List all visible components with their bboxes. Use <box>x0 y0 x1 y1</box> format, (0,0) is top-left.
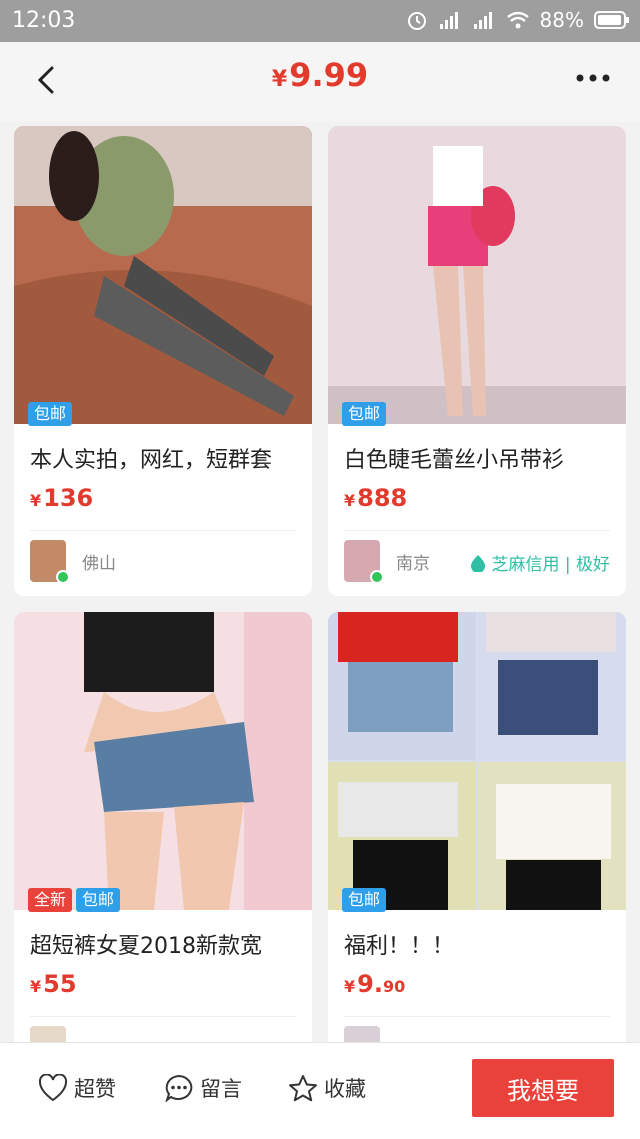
signal-icon-2 <box>472 10 496 30</box>
product-price: ¥55 <box>30 970 296 998</box>
favorite-label: 收藏 <box>324 1077 366 1101</box>
avatar <box>344 540 384 584</box>
product-card[interactable]: 全新 包邮 超短裤女夏2018新款宽 ¥55 <box>14 612 312 1046</box>
product-image: 包邮 <box>14 126 312 426</box>
product-card[interactable]: 包邮 白色睫毛蕾丝小吊带衫 ¥888 南京 芝麻信用 | 极好 <box>328 126 626 596</box>
more-dots-icon <box>576 74 610 82</box>
price-value: 9. <box>357 970 383 998</box>
alarm-icon <box>406 9 428 31</box>
top-bar: ¥9.99 <box>0 42 640 122</box>
product-price: ¥136 <box>30 484 296 512</box>
comment-icon <box>165 1074 193 1102</box>
credit-badge: 芝麻信用 | 极好 <box>469 550 610 575</box>
heart-icon <box>38 1074 68 1102</box>
product-grid: 包邮 本人实拍，网红，短群套 ¥136 佛山 包邮 白色睫毛蕾丝小吊带衫 ¥88… <box>14 126 626 1046</box>
price-value: 136 <box>43 484 94 512</box>
signal-icon <box>438 10 462 30</box>
price-currency: ¥ <box>344 977 356 996</box>
seller-row[interactable]: 南京 芝麻信用 | 极好 <box>344 531 610 591</box>
bottom-action-bar: 超赞 留言 收藏 我想要 <box>0 1042 640 1139</box>
sesame-credit-icon <box>471 554 486 572</box>
price-value: 55 <box>43 970 77 998</box>
product-image: 包邮 <box>328 612 626 912</box>
page-title-price: ¥9.99 <box>0 56 640 94</box>
want-button[interactable]: 我想要 <box>472 1059 614 1117</box>
wifi-icon <box>506 10 530 30</box>
product-price: ¥888 <box>344 484 610 512</box>
price-value: 888 <box>357 484 408 512</box>
product-title: 超短裤女夏2018新款宽 <box>30 934 262 959</box>
seller-row[interactable]: 佛山 <box>30 531 296 591</box>
price-currency: ¥ <box>344 491 356 510</box>
price-currency: ¥ <box>271 67 288 92</box>
comment-label: 留言 <box>200 1077 242 1101</box>
favorite-button[interactable]: 收藏 <box>288 1073 366 1103</box>
battery-icon <box>594 10 630 30</box>
status-bar: 12:03 88% <box>0 0 640 42</box>
product-title: 福利！！！ <box>344 934 455 959</box>
star-icon <box>289 1075 317 1102</box>
product-image: 全新 包邮 <box>14 612 312 912</box>
more-button[interactable] <box>576 68 610 87</box>
product-title: 白色睫毛蕾丝小吊带衫 <box>344 448 565 473</box>
badge-free-shipping: 包邮 <box>28 402 73 426</box>
product-price: ¥9.90 <box>344 970 610 998</box>
online-indicator <box>370 570 384 584</box>
badge-free-shipping: 包邮 <box>342 888 387 912</box>
product-card[interactable]: 包邮 福利！！！ ¥9.90 <box>328 612 626 1046</box>
price-currency: ¥ <box>30 977 42 996</box>
badge-free-shipping: 包邮 <box>342 402 387 426</box>
product-title: 本人实拍，网红，短群套 <box>30 448 273 473</box>
like-button[interactable]: 超赞 <box>38 1073 116 1103</box>
credit-label: 芝麻信用 | 极好 <box>491 555 610 575</box>
badge-free-shipping: 包邮 <box>76 888 121 912</box>
price-currency: ¥ <box>30 491 42 510</box>
badge-new: 全新 <box>28 888 73 912</box>
online-indicator <box>56 570 70 584</box>
product-image: 包邮 <box>328 126 626 426</box>
battery-percent: 88% <box>539 8 584 32</box>
like-label: 超赞 <box>74 1077 116 1101</box>
seller-city: 南京 <box>396 553 430 574</box>
price-value: 9.99 <box>289 56 369 94</box>
seller-city: 佛山 <box>82 553 116 574</box>
price-decimal: 90 <box>382 977 406 996</box>
status-time: 12:03 <box>12 8 76 33</box>
product-card[interactable]: 包邮 本人实拍，网红，短群套 ¥136 佛山 <box>14 126 312 596</box>
comment-button[interactable]: 留言 <box>164 1073 242 1103</box>
avatar <box>30 540 70 584</box>
